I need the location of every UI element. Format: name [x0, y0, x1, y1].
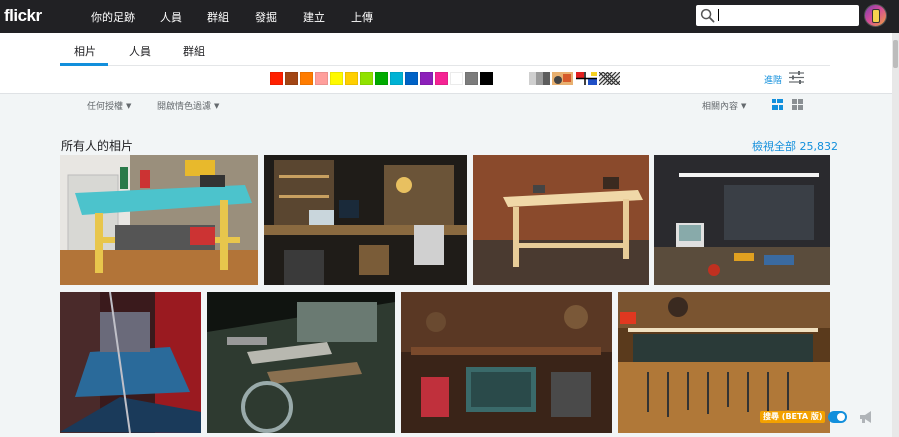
nav-upload[interactable]: 上傳 — [351, 9, 373, 25]
text-caret — [718, 9, 719, 21]
color-swatch[interactable] — [300, 72, 313, 85]
tab-groups[interactable]: 群組 — [183, 43, 205, 59]
sort-filter-label: 相關內容 — [702, 102, 739, 112]
color-swatch[interactable] — [345, 72, 358, 85]
color-swatch[interactable] — [390, 72, 403, 85]
photo-turquoise-workbench[interactable] — [60, 155, 258, 285]
safesearch-filter-label: 開啟情色過濾 — [157, 102, 212, 112]
search-icon — [700, 8, 715, 23]
color-swatch[interactable] — [405, 72, 418, 85]
color-filter-bar — [270, 72, 495, 86]
color-swatch[interactable] — [375, 72, 388, 85]
photo-electronics-workstation[interactable] — [654, 155, 830, 285]
nav-people[interactable]: 人員 — [160, 9, 182, 25]
safesearch-filter[interactable]: 開啟情色過濾 ▼ — [157, 99, 219, 112]
caret-down-icon: ▼ — [741, 102, 747, 110]
grid-view-icon[interactable] — [792, 99, 803, 110]
color-swatch[interactable] — [450, 72, 463, 85]
avatar[interactable] — [864, 4, 887, 27]
pattern-filter-icon[interactable] — [599, 72, 620, 85]
section-title: 所有人的相片 — [61, 139, 134, 153]
nav-explore[interactable]: 發掘 — [255, 9, 277, 25]
scrollbar-track[interactable] — [892, 33, 899, 437]
megaphone-icon[interactable] — [858, 409, 874, 425]
color-swatch[interactable] — [270, 72, 283, 85]
tab-people[interactable]: 人員 — [129, 43, 151, 59]
nav-groups[interactable]: 群組 — [207, 9, 229, 25]
active-tab-indicator — [60, 63, 108, 66]
flickr-logo[interactable]: flickr — [4, 6, 42, 26]
color-swatch[interactable] — [480, 72, 493, 85]
photo-hdr-workshop[interactable] — [401, 292, 612, 433]
nav-you[interactable]: 你的足跡 — [91, 9, 135, 25]
beta-search-toggle[interactable] — [828, 411, 847, 423]
advanced-link[interactable]: 進階 — [764, 73, 782, 86]
color-swatch[interactable] — [285, 72, 298, 85]
caret-down-icon: ▼ — [126, 102, 132, 110]
toggle-knob — [837, 413, 845, 421]
tab-photos[interactable]: 相片 — [74, 43, 96, 59]
license-filter[interactable]: 任何授權 ▼ — [87, 99, 131, 112]
justified-view-icon[interactable] — [772, 99, 783, 110]
photo-wooden-workbench[interactable] — [473, 155, 649, 285]
view-all-link[interactable]: 檢視全部 25,832 — [752, 138, 838, 154]
grayscale-filter-icon[interactable] — [529, 72, 550, 85]
photo-tools-on-bench[interactable] — [207, 292, 395, 433]
color-swatch[interactable] — [465, 72, 478, 85]
shallow-dof-filter-icon[interactable] — [552, 72, 573, 85]
beta-search-badge: 搜尋 (BETA 版) — [760, 411, 826, 423]
color-swatch[interactable] — [360, 72, 373, 85]
top-nav: flickr 你的足跡 人員 群組 發掘 建立 上傳 — [0, 0, 899, 33]
photo-abstract-red-blue[interactable] — [60, 292, 201, 433]
color-swatch[interactable] — [420, 72, 433, 85]
avatar-phone-icon — [872, 9, 880, 23]
license-filter-label: 任何授權 — [87, 102, 124, 112]
search-input[interactable] — [696, 5, 859, 26]
filter-divider — [0, 93, 892, 94]
sort-filter[interactable]: 相關內容 ▼ — [702, 99, 746, 112]
caret-down-icon: ▼ — [214, 102, 220, 110]
sliders-icon[interactable] — [789, 71, 804, 84]
photo-cluttered-electronics-desk[interactable] — [264, 155, 467, 285]
nav-create[interactable]: 建立 — [303, 9, 325, 25]
tabs-divider — [60, 65, 830, 66]
scrollbar-thumb[interactable] — [893, 40, 898, 68]
color-swatch[interactable] — [435, 72, 448, 85]
minimalist-filter-icon[interactable] — [576, 72, 597, 85]
color-swatch[interactable] — [330, 72, 343, 85]
color-swatch[interactable] — [315, 72, 328, 85]
